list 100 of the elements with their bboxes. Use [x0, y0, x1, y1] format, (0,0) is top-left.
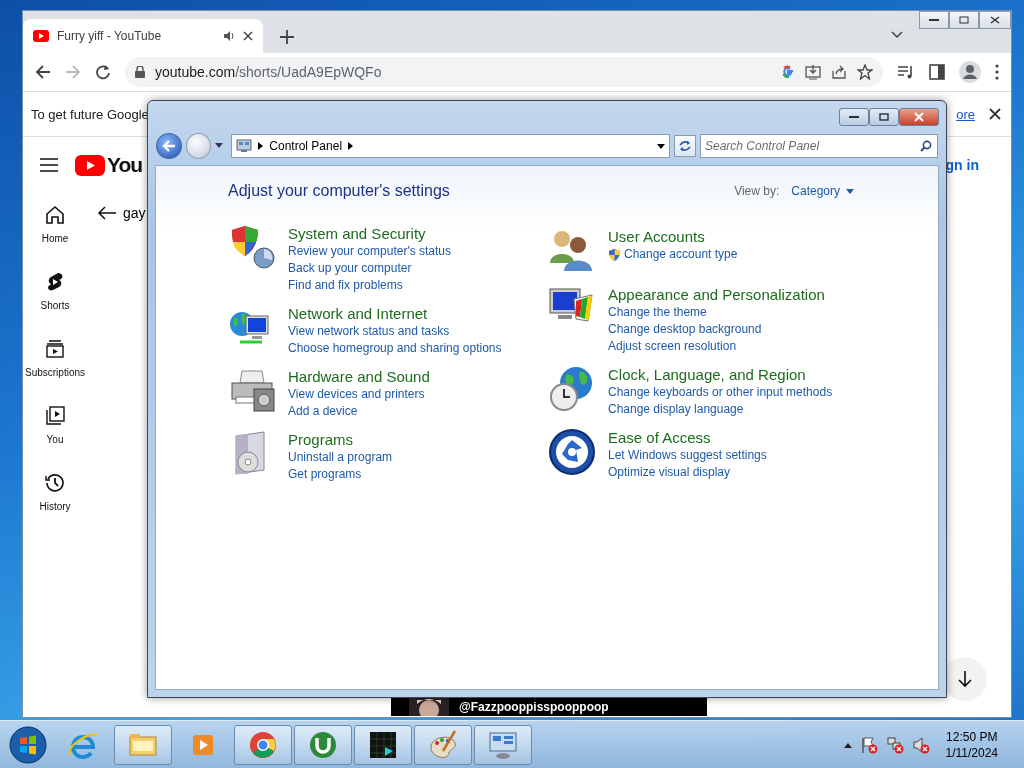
caret-icon [846, 188, 854, 194]
dropdown-arrow-icon[interactable] [215, 143, 224, 149]
back-arrow-icon[interactable] [97, 205, 117, 221]
star-icon[interactable] [857, 64, 873, 80]
menu-icon[interactable] [39, 157, 59, 173]
task-link[interactable]: Let Windows suggest settings [608, 447, 767, 464]
browser-tab[interactable]: Furry yiff - YouTube [23, 19, 263, 53]
category-title[interactable]: System and Security [288, 224, 452, 243]
new-tab-icon[interactable] [277, 27, 297, 47]
maximize-icon [879, 113, 889, 121]
task-link[interactable]: Change account type [608, 246, 738, 263]
side-panel-icon[interactable] [929, 64, 945, 80]
sidebar-item[interactable]: Shorts [25, 270, 85, 311]
home-icon [43, 203, 67, 227]
reload-icon[interactable] [95, 64, 111, 80]
youtube-logo-icon [75, 154, 105, 176]
task-link[interactable]: Change display language [608, 401, 833, 418]
task-link[interactable]: Change the theme [608, 304, 825, 321]
url-text: youtube.com/shorts/UadA9EpWQFo [155, 64, 383, 80]
speaker-muted-icon[interactable] [911, 735, 930, 754]
category-title[interactable]: Hardware and Sound [288, 367, 430, 386]
refresh-icon [678, 140, 693, 152]
task-link[interactable]: Add a device [288, 403, 430, 420]
playlist-icon [43, 404, 67, 428]
category-title[interactable]: Clock, Language, and Region [608, 365, 833, 384]
sidebar-item[interactable]: You [25, 404, 85, 445]
maximize-icon [959, 16, 969, 24]
close-icon[interactable] [989, 108, 1001, 120]
view-by-label: View by: [734, 184, 780, 198]
google-icon[interactable] [781, 65, 795, 79]
refresh-button[interactable] [674, 135, 696, 157]
category-title[interactable]: Ease of Access [608, 428, 767, 447]
task-link[interactable]: Optimize visual display [608, 464, 767, 481]
task-link[interactable]: Back up your computer [288, 260, 452, 277]
back-icon[interactable] [35, 64, 51, 80]
task-link[interactable]: Find and fix problems [288, 277, 452, 294]
category-title[interactable]: Appearance and Personalization [608, 285, 825, 304]
show-hidden-icons-icon[interactable] [843, 741, 852, 748]
task-link[interactable]: Change desktop background [608, 321, 825, 338]
taskbar-button[interactable] [354, 724, 412, 765]
subscriptions-icon [43, 337, 67, 361]
sign-in-button[interactable]: gn in [945, 157, 979, 173]
dropdown-arrow-icon[interactable] [657, 143, 666, 149]
task-link[interactable]: Review your computer's status [288, 243, 452, 260]
search-field[interactable]: Search Control Panel [700, 134, 938, 158]
sidebar-item[interactable]: History [25, 471, 85, 512]
channel-handle[interactable]: @Fazzpooppisspooppoop [459, 700, 609, 714]
task-link[interactable]: View devices and printers [288, 386, 430, 403]
close-icon[interactable] [243, 31, 253, 41]
share-icon[interactable] [831, 64, 847, 80]
task-link[interactable]: Choose homegroup and sharing options [288, 340, 502, 357]
category-title[interactable]: User Accounts [608, 227, 738, 246]
chevron-right-icon[interactable] [258, 142, 264, 150]
arrow-down-icon [957, 670, 973, 688]
accessibility-icon[interactable] [548, 428, 596, 476]
search-icon[interactable] [920, 140, 932, 152]
address-bar[interactable]: Control Panel [231, 134, 671, 158]
chevron-right-icon[interactable] [348, 142, 354, 150]
network-error-icon[interactable] [885, 735, 904, 754]
system-clock[interactable]: 12:50 PM 1/11/2024 [945, 728, 998, 761]
task-link[interactable]: Uninstall a program [288, 449, 393, 466]
youtube-icon [33, 30, 49, 42]
sidebar-item[interactable]: Subscriptions [25, 337, 85, 378]
windows-logo-icon [9, 725, 47, 764]
install-icon[interactable] [805, 64, 821, 80]
sidebar-item[interactable]: Home [25, 203, 85, 244]
task-link[interactable]: Adjust screen resolution [608, 338, 825, 355]
close-icon [913, 112, 925, 122]
lock-icon [135, 66, 145, 78]
profile-icon[interactable] [959, 61, 981, 83]
task-link[interactable]: Get programs [288, 466, 393, 483]
menu-icon[interactable] [995, 64, 999, 80]
page-heading: Adjust your computer's settings [228, 182, 450, 200]
close-button[interactable] [899, 108, 939, 126]
tab-title: Furry yiff - YouTube [57, 29, 163, 43]
history-icon [43, 471, 67, 495]
task-link[interactable]: View network status and tasks [288, 323, 502, 340]
minimize-button[interactable] [919, 11, 949, 29]
printer-icon[interactable] [228, 367, 276, 415]
speaker-icon[interactable] [223, 30, 235, 42]
maximize-button[interactable] [869, 108, 899, 126]
category-title[interactable]: Programs [288, 430, 393, 449]
back-button[interactable] [156, 133, 182, 159]
view-by-dropdown[interactable]: Category [791, 184, 854, 198]
minimize-button[interactable] [839, 108, 869, 126]
infobar-text: To get future Google [31, 106, 149, 122]
infobar-link[interactable]: ore [956, 106, 975, 122]
close-button[interactable] [979, 11, 1011, 29]
close-icon [990, 16, 1000, 24]
category-title[interactable]: Network and Internet [288, 304, 502, 323]
minimize-icon [929, 18, 939, 22]
flag-error-icon[interactable] [859, 735, 878, 754]
media-icon[interactable] [897, 64, 915, 80]
address-bar[interactable]: youtube.com/shorts/UadA9EpWQFo [125, 57, 883, 87]
breadcrumb-item[interactable]: Control Panel [269, 139, 343, 153]
youtube-logo-text[interactable]: You [107, 153, 143, 177]
clock-time: 12:50 PM [946, 728, 998, 745]
task-link[interactable]: Change keyboards or other input methods [608, 384, 833, 401]
chevron-down-icon[interactable] [891, 31, 903, 39]
shield-icon [608, 247, 621, 262]
